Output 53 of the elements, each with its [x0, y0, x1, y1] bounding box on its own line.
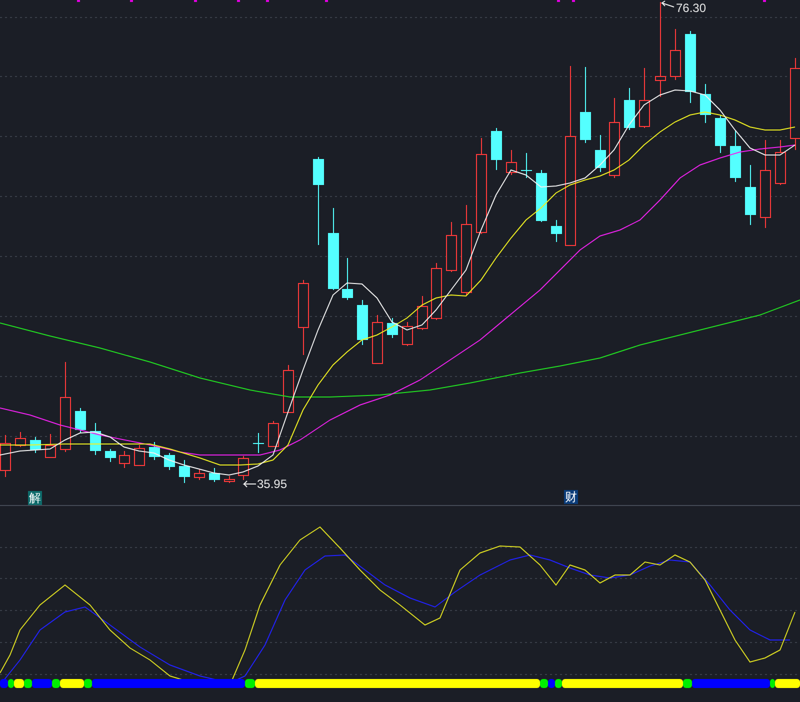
candlestick [639, 68, 650, 128]
high-price-label: 76.30 [676, 1, 706, 15]
candlestick [194, 468, 205, 480]
candlestick [775, 140, 786, 186]
marker-tick [77, 0, 80, 2]
marker-tick [237, 0, 240, 2]
candlestick [238, 456, 249, 480]
candlestick [45, 434, 56, 458]
candlestick [372, 314, 383, 364]
marker-tick [572, 0, 575, 2]
marker-tick [130, 0, 133, 2]
low-price-label: 35.95 [257, 477, 288, 491]
candlestick [715, 114, 726, 154]
candlestick [536, 170, 547, 222]
signal-badge: 解 [28, 491, 42, 505]
signal-badge: 财 [564, 490, 578, 504]
candlestick [75, 408, 86, 434]
candlestick [164, 452, 175, 470]
candlestick [521, 152, 532, 178]
candlestick [387, 318, 398, 338]
candlestick [90, 422, 101, 456]
candlestick [119, 450, 130, 468]
candlestick [745, 164, 756, 226]
candlestick [30, 436, 41, 454]
candlestick [149, 442, 160, 460]
candlestick [700, 84, 711, 124]
candlestick [105, 448, 116, 462]
marker-tick [557, 0, 560, 2]
candlestick [431, 262, 442, 320]
candlestick [506, 150, 517, 176]
candlestick [134, 444, 145, 466]
marker-tick [763, 0, 766, 2]
candlestick [15, 432, 26, 448]
candlestick [446, 222, 457, 272]
candlestick [179, 460, 190, 484]
candlestick [224, 476, 235, 484]
candlestick [491, 128, 502, 170]
marker-tick [194, 0, 197, 2]
candlestick [417, 296, 428, 330]
candlestick [402, 322, 413, 346]
candlestick [209, 468, 220, 482]
candlestick [253, 432, 264, 454]
candlestick [268, 420, 279, 448]
candlestick [342, 258, 353, 300]
candlestick [357, 300, 368, 346]
marker-tick [266, 0, 269, 2]
candlestick [730, 130, 741, 182]
candlestick [670, 28, 681, 80]
candlestick [551, 220, 562, 242]
marker-tick [325, 0, 328, 2]
candlestick [283, 364, 294, 414]
candlestick [624, 88, 635, 130]
candlestick [595, 134, 606, 172]
